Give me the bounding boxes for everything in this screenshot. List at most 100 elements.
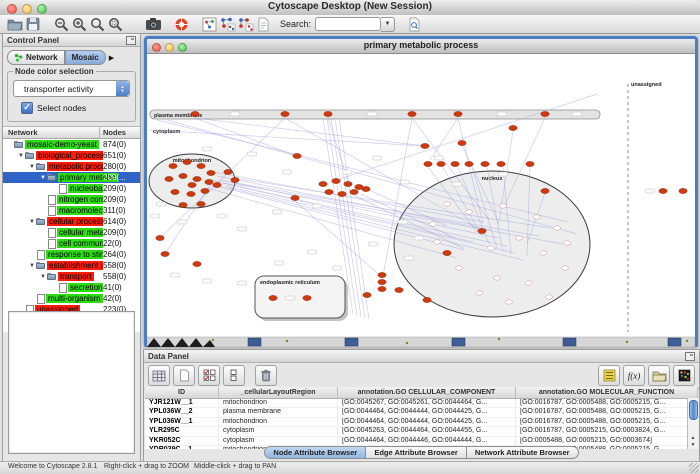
create-attribute-button[interactable] (173, 365, 195, 386)
region-mitochondrion: mitochondrion (149, 154, 235, 208)
save-session-button[interactable] (24, 16, 42, 32)
tree-row[interactable]: secretion41(0) (3, 282, 140, 293)
annotation-page-icon (257, 17, 270, 32)
table-row[interactable]: YPL036W__2plasma membrane[GO:0044464, GO… (145, 408, 698, 417)
matrix-view-button[interactable] (673, 365, 695, 386)
tree-row[interactable]: ▼establishment of lo558(0) (3, 260, 140, 271)
table-column-header[interactable]: _cellularLayoutRegion (219, 387, 338, 398)
layout-button-1[interactable] (218, 16, 236, 32)
attribute-checklist-button[interactable] (198, 365, 220, 386)
table-column-header[interactable]: annotation.GO CELLULAR_COMPONENT (338, 387, 516, 398)
tab-network[interactable]: Network (7, 50, 65, 65)
tab-mosaic[interactable]: Mosaic (65, 50, 106, 65)
tree-row[interactable]: ▼primary metabo209(... (3, 172, 140, 183)
expand-arrow-icon[interactable]: ▼ (28, 263, 36, 269)
table-scrollbar[interactable]: ▲▼ (687, 398, 698, 449)
attribute-tab-node[interactable]: Node Attribute Browser (264, 446, 366, 459)
fx-icon: f(x) (628, 371, 641, 381)
region-label-cytoplasm: cytoplasm (153, 129, 180, 135)
tree-row-nodes-count: 558(0) (103, 271, 140, 282)
tree-row[interactable]: ▼transport558(0) (3, 271, 140, 282)
control-panel-title: Control Panel (7, 36, 59, 45)
annotation-button[interactable] (254, 16, 272, 32)
search-label: Search: (280, 19, 311, 29)
table-column-header[interactable]: ID (145, 387, 219, 398)
network-box-icon (202, 17, 217, 32)
file-icon (36, 250, 46, 259)
search-input[interactable] (315, 17, 381, 31)
zoom-fit-button[interactable] (88, 16, 106, 32)
scrollbar-thumb[interactable] (689, 400, 698, 420)
table-cell: [GO:0044464, GO:0044446, GO:0044444, G..… (338, 437, 516, 445)
tree-row[interactable]: multi-organism pro42(0) (3, 293, 140, 304)
layout-button-2[interactable] (236, 16, 254, 32)
expand-arrow-icon[interactable]: ▼ (39, 175, 47, 181)
folder-icon (47, 273, 58, 281)
search-dropdown-button[interactable]: ▼ (381, 17, 395, 32)
float-data-panel-icon[interactable] (685, 352, 695, 361)
open-folder-icon (7, 17, 23, 31)
attribute-tab-network[interactable]: Network Attribute Browser (467, 446, 579, 459)
checklist-icon (203, 369, 216, 382)
data-panel: Data Panel f(x) ID_cellularLayoutRegiona… (143, 349, 700, 462)
trash-icon (260, 369, 272, 382)
tree-row[interactable]: cellular metabo209(0) (3, 227, 140, 238)
attribute-tab-edge[interactable]: Edge Attribute Browser (366, 446, 466, 459)
zoom-out-button[interactable] (52, 16, 70, 32)
table-row[interactable]: YLR295Ccytoplasm[GO:0045263, GO:0044464,… (145, 427, 698, 436)
tree-row[interactable]: ▼biological_process651(0) (3, 150, 140, 161)
snapshot-button[interactable] (144, 16, 162, 32)
tree-row-nodes-count: 280(0) (103, 161, 140, 172)
zoom-selected-button[interactable] (106, 16, 124, 32)
tree-row[interactable]: ▼cellular process614(0) (3, 216, 140, 227)
birds-eye-view[interactable] (8, 311, 135, 454)
network-canvas[interactable]: plasma membrane cytoplasm mitochondrion … (147, 54, 695, 347)
import-attributes-button[interactable] (648, 365, 670, 386)
function-builder-button[interactable]: f(x) (623, 365, 645, 386)
advanced-search-button[interactable] (405, 16, 423, 32)
tree-row[interactable]: nitrogen compo209(0) (3, 194, 140, 205)
file-icon (47, 206, 57, 215)
tree-row-nodes-count: 264(0) (103, 249, 140, 260)
tree-row-label: cellular process (47, 217, 107, 226)
tree-row[interactable]: mosaic-demo-yeast874(0) (3, 139, 140, 150)
network-overview-button[interactable] (200, 16, 218, 32)
node-color-dropdown[interactable]: transporter activity ▲▼ (13, 80, 130, 97)
table-column-header[interactable]: annotation.GO MOLECULAR_FUNCTION (516, 387, 698, 398)
tree-row-nodes-count: 209(... (103, 172, 140, 183)
expand-arrow-icon[interactable]: ▼ (17, 153, 25, 159)
float-panel-icon[interactable] (126, 36, 136, 45)
tree-row[interactable]: ▼metabolic process280(0) (3, 161, 140, 172)
tab-overflow-button[interactable]: ▶ (109, 54, 114, 62)
file-icon (47, 239, 57, 248)
resize-grip[interactable] (689, 463, 699, 473)
tree-row-nodes-count: 311(0) (103, 205, 140, 216)
table-row[interactable]: YJR121W__1mitochondrion[GO:0045267, GO:0… (145, 399, 698, 408)
table-cell: [GO:0016787, GO:0005488, GO:0005215, G..… (516, 418, 698, 426)
open-session-button[interactable] (6, 16, 24, 32)
yellow-list-icon (603, 369, 616, 382)
expand-arrow-icon[interactable]: ▼ (28, 164, 36, 170)
group-label: Node color selection (13, 67, 96, 76)
table-row[interactable]: YKR052Ccytoplasm[GO:0044464, GO:0044446,… (145, 437, 698, 446)
expand-arrow-icon[interactable]: ▼ (39, 274, 47, 280)
tree-row[interactable]: macromolecule311(0) (3, 205, 140, 216)
select-attributes-button[interactable] (148, 365, 170, 386)
table-row[interactable]: YPL036W__1mitochondrion[GO:0044464, GO:0… (145, 418, 698, 427)
data-panel-title: Data Panel (148, 352, 189, 361)
delete-attribute-button[interactable] (255, 365, 277, 386)
attribute-grid-button[interactable] (223, 365, 245, 386)
attribute-list-button[interactable] (598, 365, 620, 386)
tree-row[interactable]: response to stimulu264(0) (3, 249, 140, 260)
tree-row-nodes-count: 41(0) (103, 282, 140, 293)
tree-row[interactable]: cell communicat22(0) (3, 238, 140, 249)
table-cell: YKR052C (145, 437, 219, 445)
attribute-table-icon (152, 370, 166, 382)
tree-row-label: secretion (68, 283, 104, 292)
expand-arrow-icon[interactable]: ▼ (28, 219, 36, 225)
cytoscape-window: Cytoscape Desktop (New Session) Search: … (0, 0, 700, 474)
help-button[interactable] (172, 16, 190, 32)
tree-row[interactable]: nucleobase-209(0) (3, 183, 140, 194)
select-nodes-checkbox[interactable]: ✓ (21, 102, 33, 114)
zoom-in-button[interactable] (70, 16, 88, 32)
